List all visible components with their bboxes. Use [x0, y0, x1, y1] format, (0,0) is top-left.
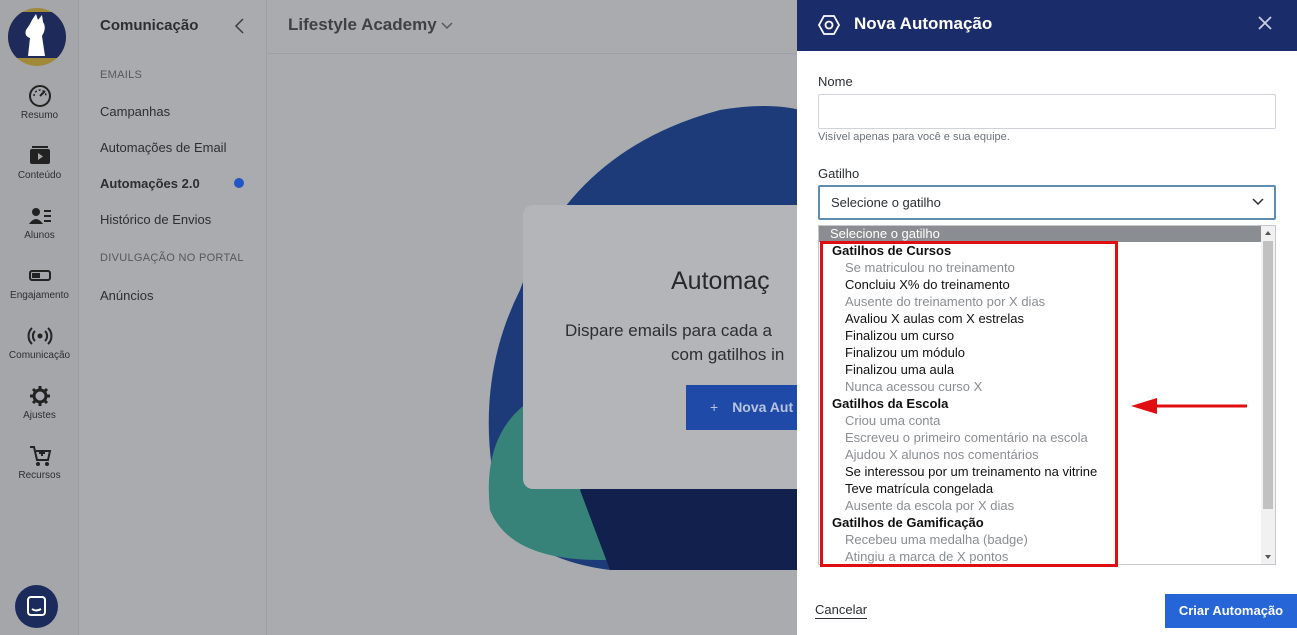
users-icon [28, 208, 51, 224]
scrollbar-thumb[interactable] [1263, 241, 1273, 509]
section-label-portal: DIVULGAÇÃO NO PORTAL [100, 252, 244, 264]
option-selected[interactable]: Selecione o gatilho [819, 226, 1275, 242]
empty-state-card: Automaç Dispare emails para cada a com g… [523, 205, 823, 489]
secondary-nav: Comunicação EMAILS Campanhas Automações … [80, 0, 267, 635]
gear-icon [29, 386, 50, 406]
school-selector[interactable]: Lifestyle Academy [288, 15, 437, 35]
rail-item-conteudo[interactable]: Conteúdo [0, 144, 79, 181]
video-icon [29, 146, 50, 164]
school-logo[interactable] [8, 8, 66, 66]
main-header: Lifestyle Academy [268, 0, 798, 54]
empty-state-line-2: com gatilhos in [671, 345, 785, 364]
chat-button[interactable] [15, 585, 58, 628]
rail-label: Comunicação [8, 350, 71, 361]
rail-item-recursos[interactable]: Recursos [0, 444, 79, 481]
new-automation-label: Nova Aut [732, 399, 794, 415]
name-hint: Visível apenas para você e sua equipe. [818, 131, 1010, 143]
rail-label: Resumo [20, 110, 59, 121]
active-indicator-dot [234, 178, 244, 188]
name-label: Nome [818, 74, 853, 89]
cart-icon [29, 446, 51, 466]
scroll-down-icon[interactable] [1263, 552, 1273, 562]
new-automation-drawer: Nova Automação Nome Visível apenas para … [797, 0, 1297, 635]
drawer-footer: Cancelar Criar Automação [797, 585, 1297, 635]
chevron-left-icon[interactable] [233, 17, 247, 35]
subnav-title: Comunicação [100, 17, 199, 34]
chevron-down-icon [1252, 198, 1264, 206]
rail-label: Engajamento [10, 290, 69, 301]
nav-link-historico[interactable]: Histórico de Envios [100, 212, 211, 227]
trigger-label: Gatilho [818, 166, 860, 181]
rail-label: Ajustes [23, 410, 56, 421]
empty-state-line-1: Dispare emails para cada a [565, 321, 772, 340]
drawer-title: Nova Automação [854, 14, 993, 33]
create-automation-button[interactable]: Criar Automação [1165, 594, 1297, 628]
rail-label: Recursos [18, 470, 61, 481]
icon-rail: Resumo Conteúdo Alunos Engajamento Comun… [0, 0, 79, 635]
rail-item-engajamento[interactable]: Engajamento [0, 264, 79, 301]
list-scrollbar[interactable] [1261, 226, 1275, 564]
toggle-icon [28, 270, 51, 281]
annotation-arrow-icon [1131, 398, 1247, 414]
rail-item-resumo[interactable]: Resumo [0, 84, 79, 121]
plus-icon: + [710, 399, 719, 415]
chevron-down-icon[interactable] [440, 18, 454, 32]
empty-state-title: Automaç [671, 267, 770, 295]
scroll-up-icon[interactable] [1263, 228, 1273, 238]
rail-item-alunos[interactable]: Alunos [0, 204, 79, 241]
name-input[interactable] [818, 94, 1276, 129]
section-label-emails: EMAILS [100, 69, 143, 81]
gauge-icon [28, 85, 51, 107]
rail-label: Conteúdo [17, 170, 62, 181]
trigger-select-value: Selecione o gatilho [831, 195, 941, 210]
nav-link-anuncios[interactable]: Anúncios [100, 288, 153, 303]
nav-link-campanhas[interactable]: Campanhas [100, 104, 170, 119]
logo-image [8, 12, 66, 58]
broadcast-icon [27, 327, 52, 345]
chat-icon [27, 596, 46, 616]
rail-item-ajustes[interactable]: Ajustes [0, 384, 79, 421]
drawer-header: Nova Automação [797, 0, 1297, 51]
close-icon[interactable] [1257, 15, 1273, 31]
annotation-highlight-box [820, 241, 1118, 567]
trigger-select[interactable]: Selecione o gatilho [818, 185, 1276, 220]
empty-state-description: Dispare emails para cada a com gatilhos … [565, 319, 823, 367]
hexagon-icon [817, 15, 841, 35]
nav-link-automacoes-2[interactable]: Automações 2.0 [100, 176, 200, 191]
rail-item-comunicacao[interactable]: Comunicação [0, 324, 79, 361]
nav-link-automacoes-email[interactable]: Automações de Email [100, 140, 226, 155]
rail-label: Alunos [24, 230, 55, 241]
cancel-button[interactable]: Cancelar [815, 602, 868, 619]
